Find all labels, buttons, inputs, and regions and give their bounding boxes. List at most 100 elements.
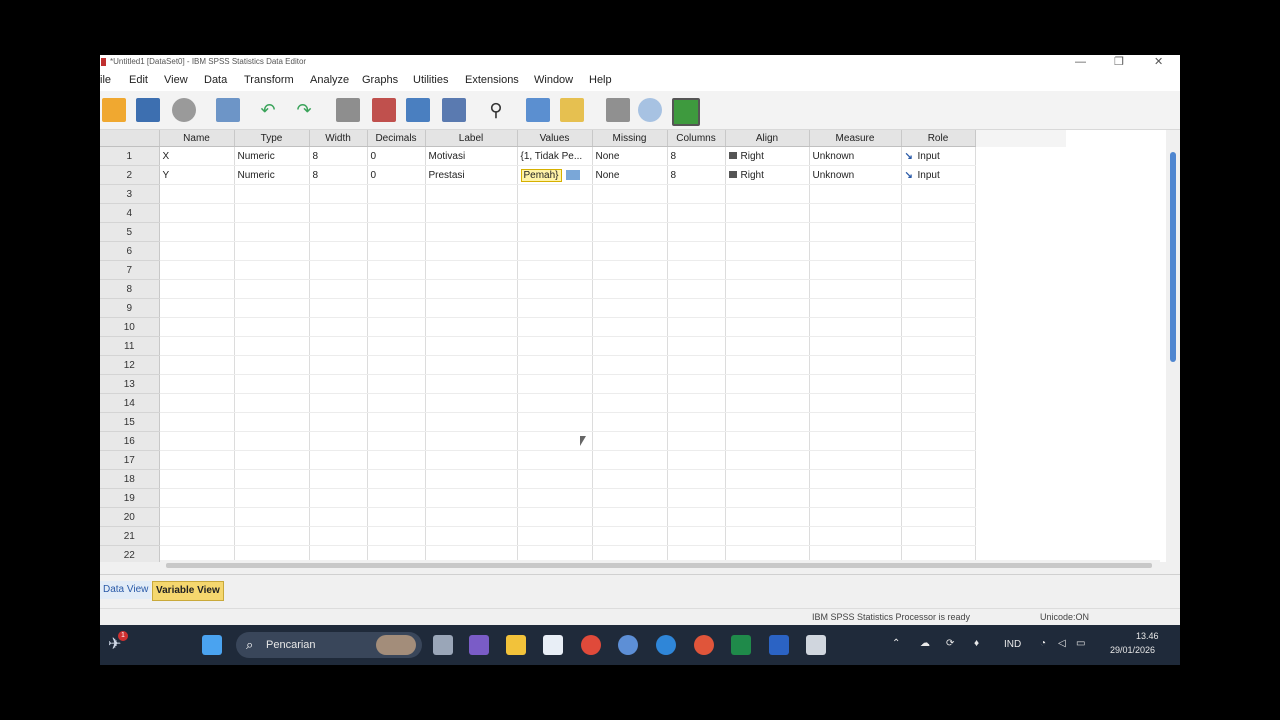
menu-window[interactable]: Window — [534, 74, 573, 86]
empty-cell[interactable] — [367, 507, 426, 527]
empty-cell[interactable] — [517, 241, 593, 261]
run-descriptives-icon[interactable] — [442, 98, 466, 122]
empty-cell[interactable] — [517, 374, 593, 394]
cell-align[interactable]: Right — [725, 165, 810, 185]
empty-cell[interactable] — [367, 298, 426, 318]
empty-cell[interactable] — [667, 241, 726, 261]
battery-icon[interactable]: ▭ — [1076, 638, 1085, 649]
excel-icon[interactable] — [731, 635, 751, 655]
empty-cell[interactable] — [667, 203, 726, 223]
row-number[interactable]: 9 — [100, 298, 160, 318]
row-number[interactable]: 10 — [100, 317, 160, 337]
empty-cell[interactable] — [517, 222, 593, 242]
empty-cell[interactable] — [725, 260, 810, 280]
empty-cell[interactable] — [725, 450, 810, 470]
row-number[interactable]: 12 — [100, 355, 160, 375]
empty-cell[interactable] — [809, 431, 902, 451]
chrome-alt-icon[interactable] — [694, 635, 714, 655]
empty-cell[interactable] — [367, 488, 426, 508]
taskbar-search[interactable]: ⌕ Pencarian — [236, 632, 422, 658]
empty-cell[interactable] — [309, 184, 368, 204]
cell-values[interactable]: {1, Tidak Pe... — [517, 146, 593, 166]
chrome-icon[interactable] — [581, 635, 601, 655]
cell-missing[interactable]: None — [592, 146, 668, 166]
empty-cell[interactable] — [901, 412, 976, 432]
empty-cell[interactable] — [725, 222, 810, 242]
empty-cell[interactable] — [809, 374, 902, 394]
empty-cell[interactable] — [234, 469, 310, 489]
empty-cell[interactable] — [367, 241, 426, 261]
empty-cell[interactable] — [667, 222, 726, 242]
empty-cell[interactable] — [309, 203, 368, 223]
row-number[interactable]: 11 — [100, 336, 160, 356]
empty-cell[interactable] — [592, 526, 668, 546]
empty-cell[interactable] — [592, 222, 668, 242]
empty-cell[interactable] — [901, 336, 976, 356]
empty-cell[interactable] — [592, 412, 668, 432]
empty-cell[interactable] — [234, 298, 310, 318]
row-number[interactable]: 13 — [100, 374, 160, 394]
empty-cell[interactable] — [309, 317, 368, 337]
insert-variable-icon[interactable] — [560, 98, 584, 122]
empty-cell[interactable] — [159, 374, 235, 394]
empty-cell[interactable] — [901, 450, 976, 470]
empty-cell[interactable] — [901, 203, 976, 223]
empty-cell[interactable] — [517, 298, 593, 318]
values-edit-field[interactable]: Pemah} — [520, 168, 562, 182]
row-number[interactable]: 16 — [100, 431, 160, 451]
cell-columns[interactable]: 8 — [667, 146, 726, 166]
row-number[interactable]: 7 — [100, 260, 160, 280]
empty-cell[interactable] — [425, 336, 518, 356]
goto-variable-icon[interactable] — [372, 98, 396, 122]
empty-cell[interactable] — [592, 203, 668, 223]
empty-cell[interactable] — [809, 317, 902, 337]
print-icon[interactable] — [172, 98, 196, 122]
horizontal-scrollbar[interactable] — [160, 560, 1160, 570]
empty-cell[interactable] — [425, 298, 518, 318]
empty-cell[interactable] — [309, 355, 368, 375]
row-number[interactable]: 8 — [100, 279, 160, 299]
empty-cell[interactable] — [425, 203, 518, 223]
empty-cell[interactable] — [425, 526, 518, 546]
row-number[interactable]: 1 — [100, 146, 160, 166]
menu-extensions[interactable]: Extensions — [465, 74, 519, 86]
horizontal-scroll-thumb[interactable] — [166, 563, 1152, 568]
tab-variable-view[interactable]: Variable View — [152, 581, 224, 601]
empty-cell[interactable] — [159, 355, 235, 375]
empty-cell[interactable] — [592, 260, 668, 280]
empty-cell[interactable] — [425, 222, 518, 242]
empty-cell[interactable] — [901, 317, 976, 337]
empty-cell[interactable] — [425, 431, 518, 451]
empty-cell[interactable] — [592, 488, 668, 508]
tab-data-view[interactable]: Data View — [100, 581, 152, 599]
empty-cell[interactable] — [725, 488, 810, 508]
row-number[interactable]: 20 — [100, 507, 160, 527]
empty-cell[interactable] — [309, 298, 368, 318]
empty-cell[interactable] — [159, 298, 235, 318]
empty-cell[interactable] — [901, 469, 976, 489]
weight-cases-icon[interactable] — [638, 98, 662, 122]
column-header-missing[interactable]: Missing — [592, 130, 668, 147]
empty-cell[interactable] — [367, 393, 426, 413]
cell-columns[interactable]: 8 — [667, 165, 726, 185]
cell-label[interactable]: Motivasi — [425, 146, 518, 166]
empty-cell[interactable] — [159, 336, 235, 356]
other-app-icon[interactable] — [806, 635, 826, 655]
empty-cell[interactable] — [667, 336, 726, 356]
open-icon[interactable] — [102, 98, 126, 122]
row-number[interactable]: 6 — [100, 241, 160, 261]
empty-cell[interactable] — [159, 431, 235, 451]
empty-cell[interactable] — [809, 222, 902, 242]
empty-cell[interactable] — [234, 431, 310, 451]
empty-cell[interactable] — [234, 526, 310, 546]
empty-cell[interactable] — [367, 526, 426, 546]
empty-cell[interactable] — [425, 355, 518, 375]
close-button[interactable]: ✕ — [1154, 55, 1163, 69]
empty-cell[interactable] — [309, 222, 368, 242]
empty-cell[interactable] — [234, 374, 310, 394]
empty-cell[interactable] — [667, 488, 726, 508]
empty-cell[interactable] — [725, 431, 810, 451]
empty-cell[interactable] — [667, 507, 726, 527]
empty-cell[interactable] — [667, 393, 726, 413]
empty-cell[interactable] — [159, 450, 235, 470]
